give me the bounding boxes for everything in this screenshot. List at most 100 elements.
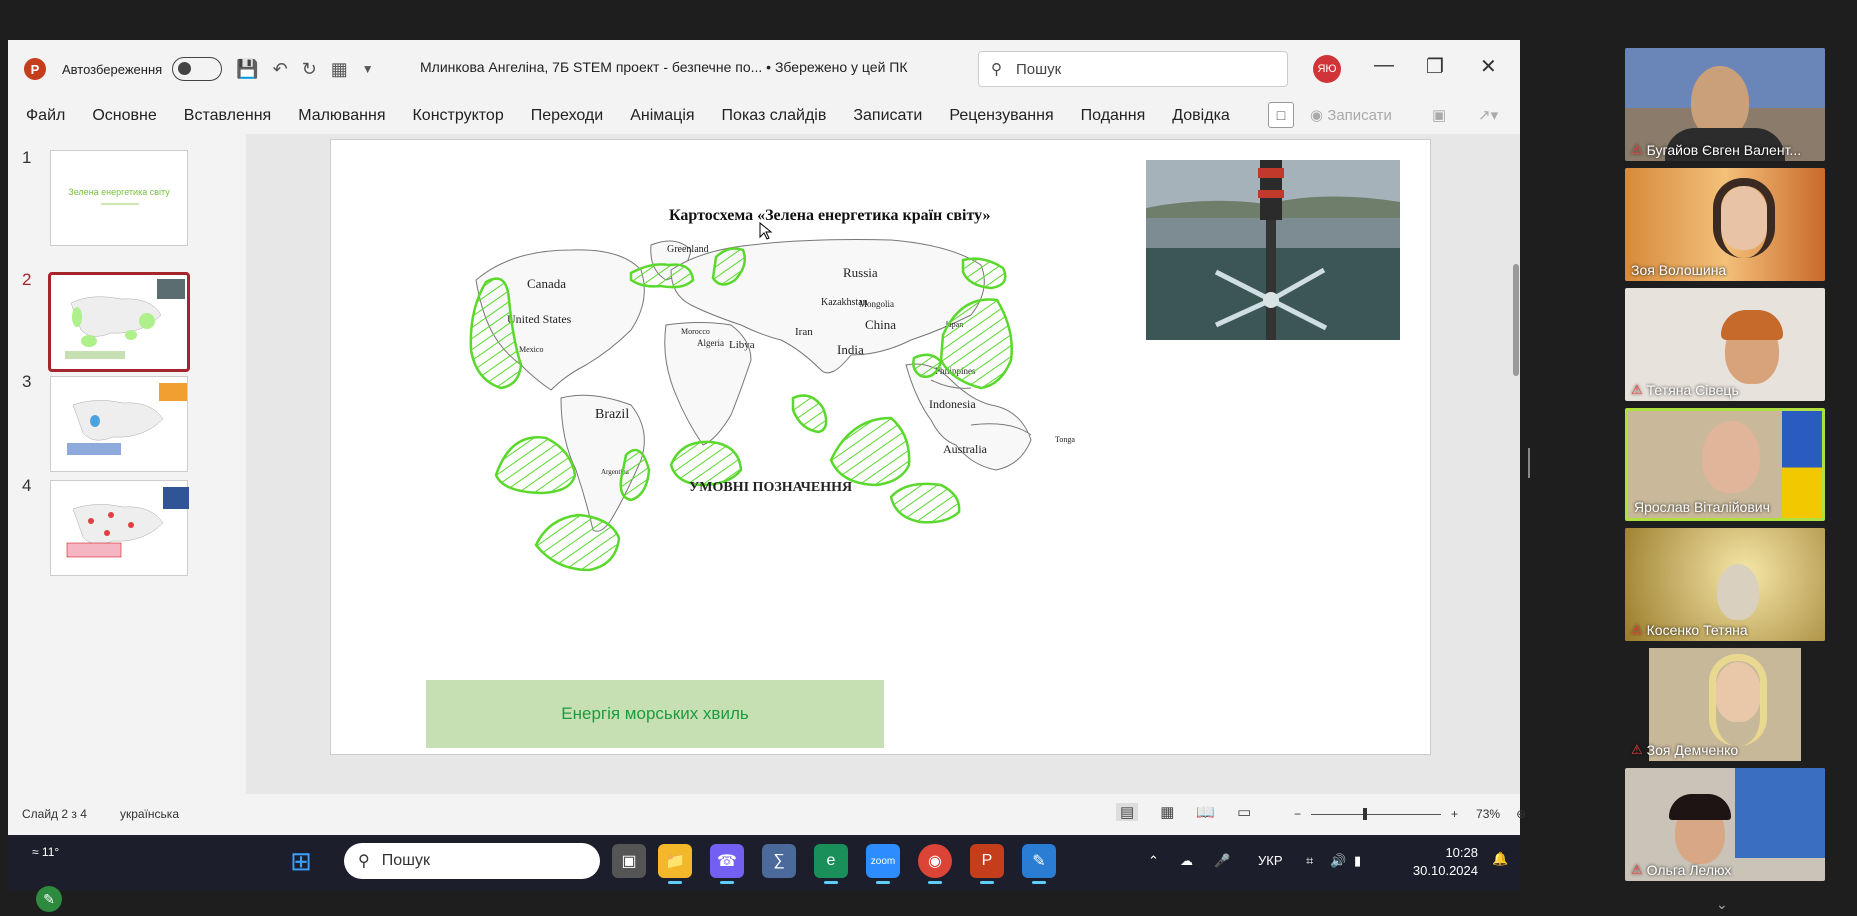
tab-insert[interactable]: Вставлення [184,107,271,125]
taskbar-search-icon: ⚲ [358,853,370,870]
participant-tile-active-speaker[interactable]: Ярослав Віталійович [1625,408,1825,521]
participant-tile[interactable]: ⚠ Бугайов Євген Валент... [1625,48,1825,161]
slide-sorter-icon[interactable]: ▦ [1160,803,1174,821]
participant-tile[interactable]: Зоя Волошина [1625,168,1825,281]
thumb-2-preview [65,279,185,359]
thumb-number-2: 2 [22,270,32,289]
file-explorer-icon[interactable]: 📁 [658,844,692,884]
notification-bell-icon[interactable]: 🔔 [1492,851,1508,867]
slide-counter: Слайд 2 з 4 [22,807,87,821]
search-icon: ⚲ [991,61,1002,78]
viber-icon[interactable]: ☎ [710,844,744,884]
powerpoint-taskbar-icon[interactable]: P [970,844,1004,884]
slide-thumbnail-3[interactable] [50,376,188,472]
volume-icon[interactable]: 🔊 [1330,853,1346,869]
chrome-icon[interactable]: ◉ [918,844,952,884]
tab-help[interactable]: Довідка [1172,107,1230,125]
system-clock[interactable]: 10:28 30.10.2024 [1398,844,1478,880]
label-india: India [837,342,864,357]
task-view-icon[interactable]: ▣ [612,844,646,878]
customize-toolbar-icon[interactable]: ▼ [362,62,374,76]
participant-tile[interactable]: ⚠ Ольга Лелюх [1625,768,1825,881]
slideshow-icon[interactable]: ▭ [1237,803,1251,821]
muted-mic-icon: ⚠ [1631,142,1643,157]
weather-temp: 11° [41,845,60,859]
tab-design[interactable]: Конструктор [412,107,503,125]
weather-widget[interactable]: ≈ 11° [32,845,59,859]
calculator-icon[interactable]: ∑ [762,844,796,878]
search-box[interactable]: ⚲ Пошук [978,51,1288,87]
language-indicator[interactable]: українська [120,807,179,821]
clock-date: 30.10.2024 [1412,863,1478,878]
participant-name: Бугайов Євген Валент... [1646,142,1802,158]
save-icon[interactable]: 💾 [236,59,258,80]
tab-view[interactable]: Подання [1081,107,1146,125]
input-language[interactable]: УКР [1258,853,1283,868]
zoom-in-icon[interactable]: + [1451,807,1458,821]
label-russia: Russia [843,265,878,280]
record-button[interactable]: ◉ Записати [1310,106,1392,124]
panel-splitter[interactable] [1528,448,1530,478]
powerpoint-logo-icon: P [24,58,46,80]
label-libya: Libya [729,339,755,351]
participant-name: Ярослав Віталійович [1634,499,1770,515]
status-bar: Слайд 2 з 4 українська ▤ ▦ 📖 ▭ − + 73% ⊕ [8,794,1526,835]
slide-thumbnail-1[interactable]: Зелена енергетика світу [50,150,188,246]
slide-thumbnail-2[interactable] [48,272,190,372]
slide-editor: Картосхема «Зелена енергетика країн світ… [246,134,1520,794]
restore-icon[interactable]: ❐ [1426,54,1444,79]
slide-thumbnail-4[interactable] [50,480,189,576]
zoom-slider[interactable] [1311,807,1442,820]
vertical-scrollbar[interactable] [1512,138,1520,376]
normal-view-icon[interactable]: ▤ [1116,803,1139,821]
tray-overflow-icon[interactable]: ⌃ [1148,853,1159,869]
user-avatar[interactable]: ЯЮ [1313,55,1341,83]
label-greenland: Greenland [667,244,709,255]
tab-record[interactable]: Записати [853,107,922,125]
fit-to-window-icon[interactable]: ⊕ [1516,807,1526,821]
minimize-icon[interactable]: — [1374,54,1394,77]
redo-icon[interactable]: ↻ [302,59,317,80]
annotate-pen-icon[interactable]: ✎ [36,886,62,912]
muted-mic-icon: ⚠ [1631,622,1643,637]
tab-transitions[interactable]: Переходи [531,107,603,125]
thumb-3-preview [67,383,187,455]
current-slide[interactable]: Картосхема «Зелена енергетика країн світ… [330,139,1431,755]
tab-review[interactable]: Рецензування [949,107,1053,125]
comments-icon[interactable]: □ [1268,102,1294,128]
ribbon-tabs: Файл Основне Вставлення Малювання Констр… [8,98,1520,134]
tab-home[interactable]: Основне [92,107,156,125]
label-iran: Iran [795,326,813,338]
reading-view-icon[interactable]: 📖 [1196,803,1215,821]
paint-icon[interactable]: ✎ [1022,844,1056,884]
share-icon[interactable]: ↗▾ [1478,106,1498,124]
taskbar-search[interactable]: ⚲ Пошук [344,843,600,879]
zoom-out-icon[interactable]: − [1294,807,1301,821]
windows-start-icon[interactable]: ⊞ [284,844,318,878]
battery-icon[interactable]: ▮ [1354,853,1361,869]
label-us: United States [507,312,572,326]
tab-draw[interactable]: Малювання [298,107,385,125]
tab-animations[interactable]: Анімація [630,107,694,125]
scroll-down-icon[interactable]: ⌄ [1716,896,1728,913]
label-algeria: Algeria [697,338,724,348]
thumb-number-4: 4 [22,476,32,495]
edge-icon[interactable]: e [814,844,848,884]
wifi-icon[interactable]: ⌗ [1306,853,1313,869]
zoom-app-icon[interactable]: zoom [866,844,900,884]
autosave-toggle[interactable] [172,57,223,81]
undo-icon[interactable]: ↶ [273,59,288,80]
present-icon[interactable]: ▦ [331,59,348,80]
zoom-level[interactable]: 73% [1476,807,1500,821]
tab-slideshow[interactable]: Показ слайдів [722,107,827,125]
thumb-number-1: 1 [22,148,32,167]
participant-tile[interactable]: ⚠ Тетяна Сівець [1625,288,1825,401]
muted-mic-icon: ⚠ [1631,862,1643,877]
close-icon[interactable]: ✕ [1480,54,1497,79]
mic-icon[interactable]: 🎤 [1214,853,1230,869]
tab-file[interactable]: Файл [26,107,65,125]
participant-tile[interactable]: ⚠ Косенко Тетяна [1625,528,1825,641]
participant-tile[interactable]: ⚠ Зоя Демченко [1625,648,1825,761]
camera-icon[interactable]: ▣ [1432,106,1446,124]
onedrive-icon[interactable]: ☁ [1180,853,1193,869]
